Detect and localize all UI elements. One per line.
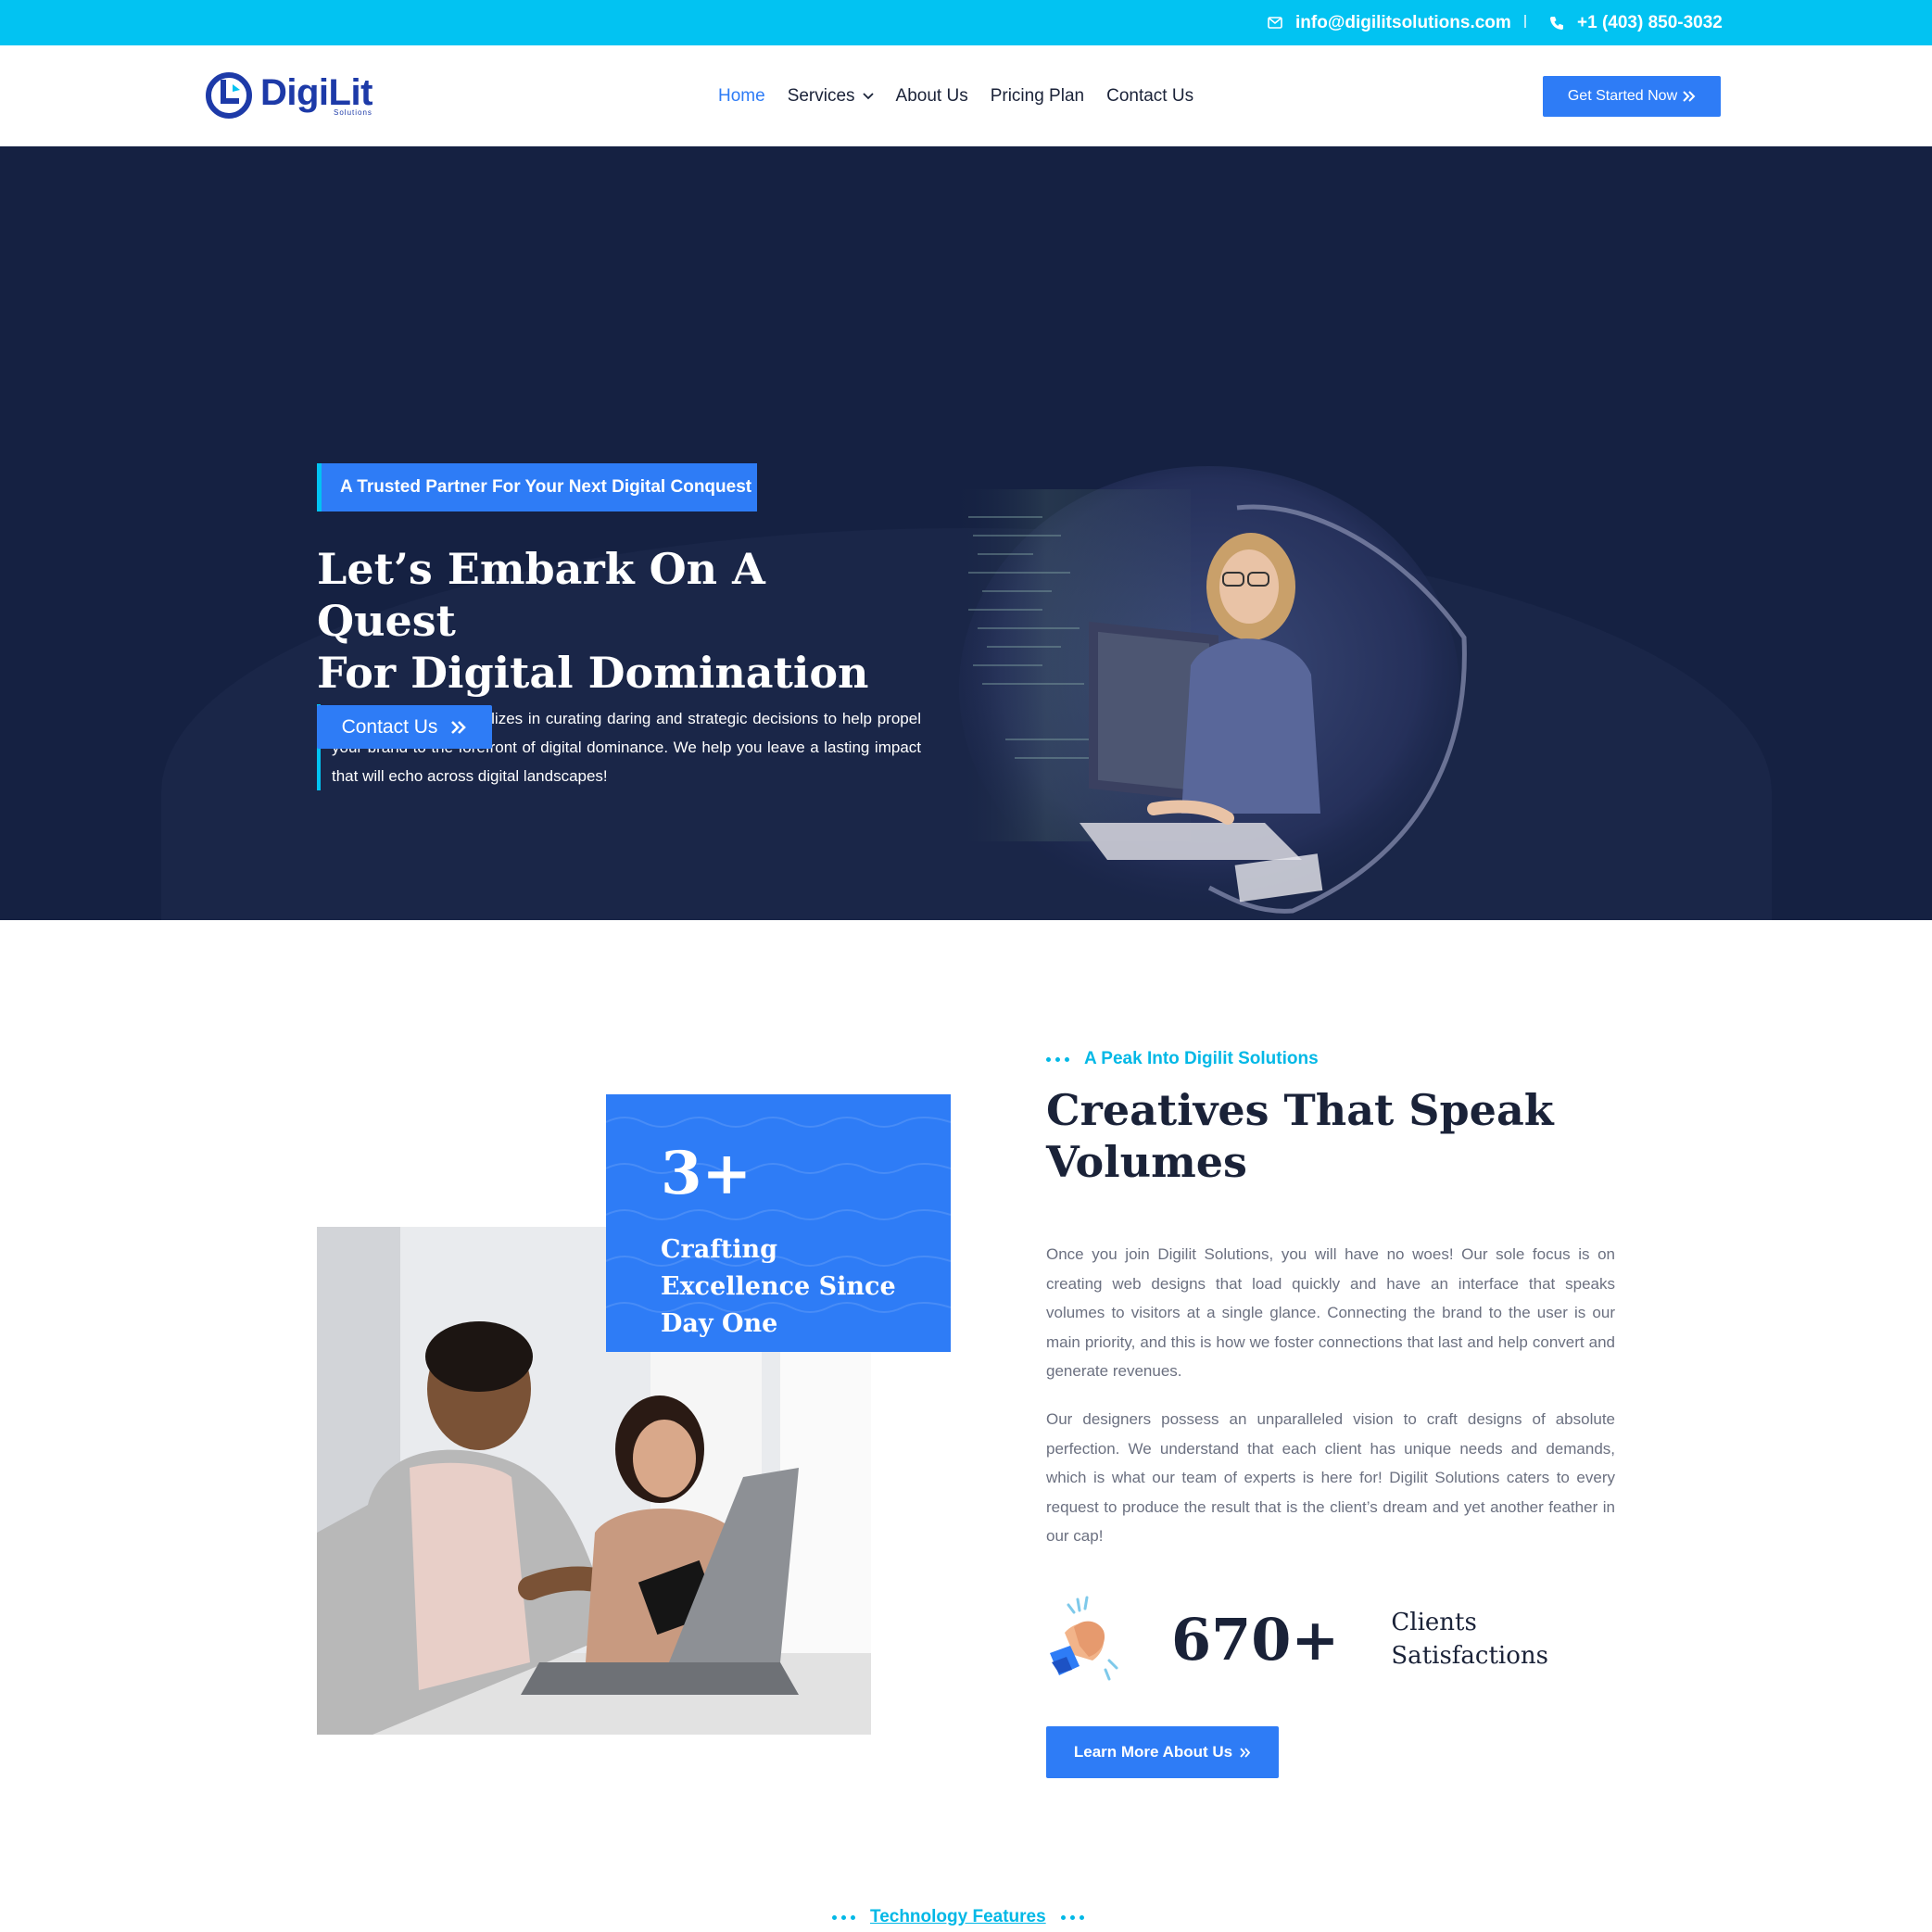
- clapping-hands-icon: [1050, 1596, 1118, 1681]
- about-eyebrow-text: A Peak Into Digilit Solutions: [1084, 1049, 1319, 1068]
- hero-contact-label: Contact Us: [341, 715, 438, 738]
- logo-wordmark: DigiLit: [260, 72, 373, 113]
- clients-number: 670+: [1171, 1605, 1340, 1673]
- phone-icon: [1550, 16, 1563, 30]
- clients-label-line1: Clients: [1391, 1609, 1477, 1636]
- nav-services-label: Services: [787, 85, 855, 106]
- technology-eyebrow: Technology Features: [832, 1907, 1084, 1927]
- hero-image-woman-at-computer: [950, 466, 1467, 914]
- nav-contact-label: Contact Us: [1106, 85, 1194, 106]
- email-link[interactable]: info@digilitsolutions.com: [1268, 0, 1511, 45]
- dots-decoration: [832, 1914, 855, 1920]
- nav-pricing[interactable]: Pricing Plan: [991, 86, 1084, 107]
- email-text: info@digilitsolutions.com: [1295, 12, 1511, 32]
- top-contact-bar: info@digilitsolutions.com +1 (403) 850-3…: [0, 0, 1932, 45]
- learn-more-button[interactable]: Learn More About Us: [1046, 1726, 1279, 1778]
- double-chevron-right-icon: [1683, 91, 1696, 102]
- divider: [1524, 15, 1526, 28]
- double-chevron-right-icon: [1240, 1747, 1251, 1758]
- hero-title-line2: For Digital Domination: [317, 648, 869, 698]
- hero-contact-button[interactable]: Contact Us: [317, 705, 492, 749]
- logo[interactable]: DigiLit Solutions: [205, 71, 373, 120]
- clients-label: Clients Satisfactions: [1391, 1606, 1548, 1673]
- dots-decoration: [1046, 1056, 1069, 1062]
- dots-decoration: [1060, 1914, 1084, 1920]
- about-eyebrow: A Peak Into Digilit Solutions: [1046, 1049, 1319, 1069]
- chevron-down-icon: [862, 92, 874, 99]
- nav-home-label: Home: [718, 85, 765, 106]
- about-title-line2: Volumes: [1046, 1137, 1247, 1187]
- hero-title: Let’s Embark On A Quest For Digital Domi…: [317, 543, 910, 699]
- nav-home[interactable]: Home: [718, 86, 765, 107]
- about-title-line1: Creatives That Speak: [1046, 1085, 1554, 1135]
- hero-badge: A Trusted Partner For Your Next Digital …: [317, 463, 757, 511]
- nav-pricing-label: Pricing Plan: [990, 85, 1085, 106]
- phone-text: +1 (403) 850-3032: [1577, 12, 1723, 32]
- learn-more-label: Learn More About Us: [1073, 1743, 1233, 1761]
- get-started-label: Get Started Now: [1567, 88, 1678, 104]
- about-paragraph-1: Once you join Digilit Solutions, you wil…: [1046, 1245, 1615, 1380]
- main-nav: Home Services About Us Pricing Plan Cont…: [718, 45, 1216, 146]
- mail-icon: [1268, 17, 1282, 29]
- nav-about-label: About Us: [895, 85, 968, 106]
- about-title: Creatives That Speak Volumes: [1046, 1084, 1565, 1188]
- double-chevron-right-icon: [451, 720, 467, 734]
- technology-features-link[interactable]: Technology Features: [870, 1907, 1046, 1927]
- clients-stat: 670+ Clients Satisfactions: [1046, 1596, 1548, 1683]
- experience-number: 3+: [661, 1139, 752, 1208]
- phone-link[interactable]: +1 (403) 850-3032: [1549, 0, 1723, 45]
- experience-stat-card: 3+ Crafting Excellence Since Day One: [606, 1094, 951, 1352]
- nav-services[interactable]: Services: [788, 86, 874, 107]
- about-paragraph-2: Our designers possess an unparalleled vi…: [1046, 1410, 1615, 1545]
- get-started-button[interactable]: Get Started Now: [1543, 76, 1721, 117]
- hero-section: A Trusted Partner For Your Next Digital …: [0, 146, 1932, 920]
- nav-about[interactable]: About Us: [896, 86, 968, 107]
- hero-title-line1: Let’s Embark On A Quest: [317, 544, 765, 646]
- nav-contact[interactable]: Contact Us: [1106, 86, 1193, 107]
- logo-icon: [206, 72, 252, 119]
- clients-label-line2: Satisfactions: [1391, 1642, 1548, 1670]
- experience-label: Crafting Excellence Since Day One: [661, 1235, 896, 1338]
